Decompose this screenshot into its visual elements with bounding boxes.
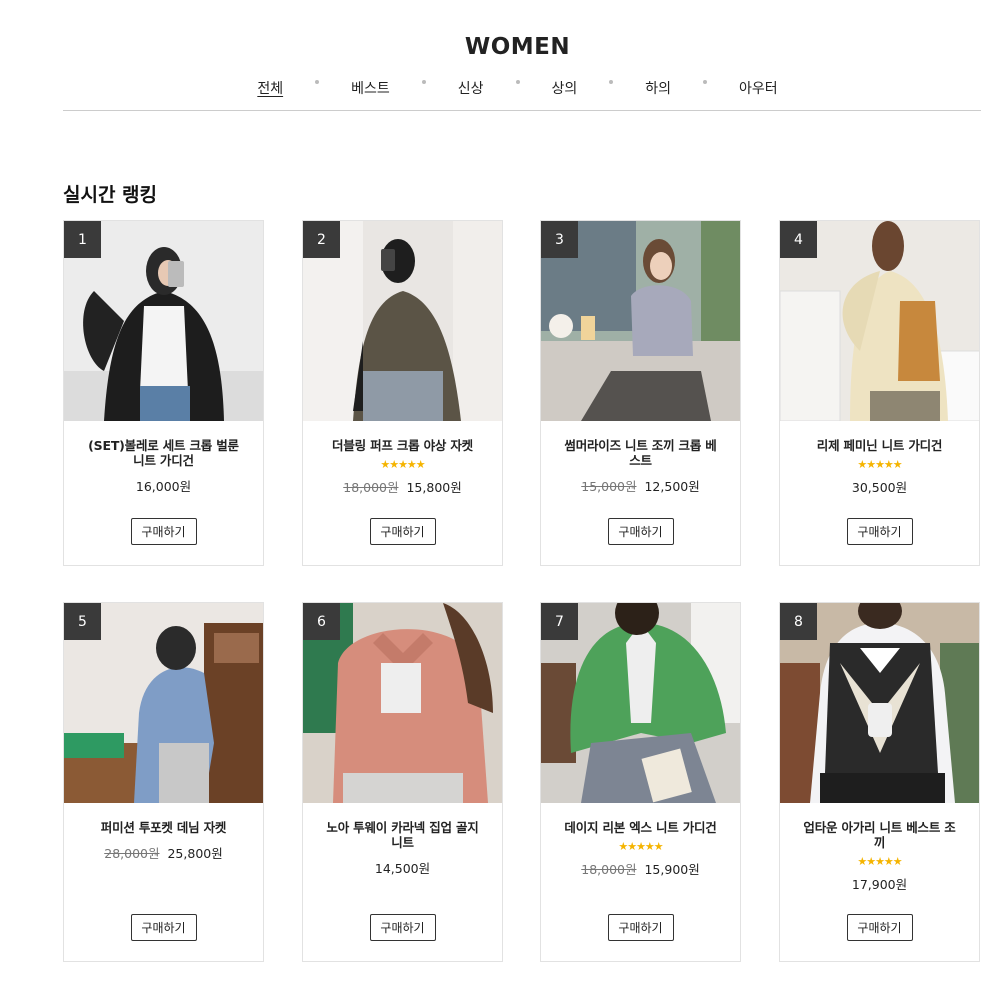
product-card[interactable]: 5 퍼미션 투포켓 데님 자켓 28,000원 25,800원 구매하기 [63, 602, 264, 962]
category-best[interactable]: 베스트 [349, 78, 392, 98]
product-image[interactable]: 7 [541, 603, 740, 803]
rating-stars: ★★★★★ [380, 458, 425, 471]
product-price: 14,500원 [303, 858, 502, 877]
product-image[interactable]: 4 [780, 221, 979, 421]
product-card[interactable]: 4 리제 페미닌 니트 가디건 ★★★★★ 30,500원 구매하기 [779, 220, 980, 566]
product-image[interactable]: 8 [780, 603, 979, 803]
product-price: 18,000원 15,900원 [541, 859, 740, 878]
buy-button[interactable]: 구매하기 [607, 518, 674, 545]
sale-price: 15,900원 [644, 862, 700, 877]
rank-badge: 5 [64, 603, 101, 640]
product-price: 16,000원 [64, 476, 263, 495]
nav-separator [515, 80, 520, 84]
category-nav: 전체 베스트 신상 상의 하의 아우터 [0, 78, 1003, 98]
rank-badge: 2 [303, 221, 340, 258]
rating-stars: ★★★★★ [857, 855, 902, 868]
rank-badge: 4 [780, 221, 817, 258]
product-card[interactable]: 3 썸머라이즈 니트 조끼 크롭 베스트 15,000원 12,500원 구매하… [540, 220, 741, 566]
sale-price: 16,000원 [135, 479, 192, 494]
product-image[interactable]: 1 [64, 221, 263, 421]
sale-price: 14,500원 [374, 861, 431, 876]
nav-separator [703, 80, 708, 84]
product-name[interactable]: 퍼미션 투포켓 데님 자켓 [84, 820, 243, 835]
category-all[interactable]: 전체 [255, 78, 285, 98]
nav-separator [421, 80, 426, 84]
product-image[interactable]: 2 [303, 221, 502, 421]
buy-button[interactable]: 구매하기 [846, 518, 913, 545]
product-image[interactable]: 6 [303, 603, 502, 803]
product-name[interactable]: 업타운 아가리 니트 베스트 조끼 [800, 820, 959, 850]
sale-price: 30,500원 [851, 480, 908, 495]
sale-price: 25,800원 [167, 846, 223, 861]
buy-button[interactable]: 구매하기 [607, 914, 674, 941]
product-name[interactable]: (SET)볼레로 세트 크롭 벌룬 니트 가디건 [84, 438, 243, 468]
sale-price: 17,900원 [851, 877, 908, 892]
original-price: 28,000원 [104, 846, 160, 861]
category-new[interactable]: 신상 [456, 78, 486, 98]
rating-stars: ★★★★★ [857, 458, 902, 471]
section-title: 실시간 랭킹 [63, 184, 158, 206]
product-name[interactable]: 데이지 리본 엑스 니트 가디건 [561, 820, 720, 835]
product-name[interactable]: 노아 투웨이 카라넥 집업 골지 니트 [323, 820, 482, 850]
sale-price: 15,800원 [406, 480, 462, 495]
product-price: 17,900원 [780, 874, 979, 893]
original-price: 15,000원 [581, 479, 637, 494]
category-bottoms[interactable]: 하의 [643, 78, 673, 98]
product-name[interactable]: 썸머라이즈 니트 조끼 크롭 베스트 [561, 438, 720, 468]
nav-separator [315, 80, 320, 84]
product-name[interactable]: 더블링 퍼프 크롭 야상 자켓 [323, 438, 482, 453]
header-divider [63, 110, 981, 111]
product-card[interactable]: 8 업타운 아가리 니트 베스트 조끼 ★★★★★ 17,900원 구매하기 [779, 602, 980, 962]
product-image[interactable]: 5 [64, 603, 263, 803]
product-card[interactable]: 6 노아 투웨이 카라넥 집업 골지 니트 14,500원 구매하기 [302, 602, 503, 962]
buy-button[interactable]: 구매하기 [130, 914, 197, 941]
product-price: 15,000원 12,500원 [541, 476, 740, 495]
product-price: 18,000원 15,800원 [303, 477, 502, 496]
rating-stars: ★★★★★ [618, 840, 663, 853]
product-card[interactable]: 2 더블링 퍼프 크롭 야상 자켓 ★★★★★ 18,000원 15,800원 … [302, 220, 503, 566]
nav-separator [609, 80, 614, 84]
buy-button[interactable]: 구매하기 [369, 914, 436, 941]
rank-badge: 8 [780, 603, 817, 640]
rank-badge: 1 [64, 221, 101, 258]
buy-button[interactable]: 구매하기 [846, 914, 913, 941]
product-image[interactable]: 3 [541, 221, 740, 421]
sale-price: 12,500원 [644, 479, 700, 494]
page-title: WOMEN [464, 34, 571, 60]
original-price: 18,000원 [343, 480, 399, 495]
category-tops[interactable]: 상의 [550, 78, 580, 98]
rank-badge: 7 [541, 603, 578, 640]
buy-button[interactable]: 구매하기 [369, 518, 436, 545]
category-outer[interactable]: 아우터 [737, 78, 780, 98]
product-card[interactable]: 1 (SET)볼레로 세트 크롭 벌룬 니트 가디건 16,000원 구매하기 [63, 220, 264, 566]
original-price: 18,000원 [581, 862, 637, 877]
buy-button[interactable]: 구매하기 [130, 518, 197, 545]
product-price: 30,500원 [780, 477, 979, 496]
product-name[interactable]: 리제 페미닌 니트 가디건 [800, 438, 959, 453]
rank-badge: 6 [303, 603, 340, 640]
product-price: 28,000원 25,800원 [64, 843, 263, 862]
rank-badge: 3 [541, 221, 578, 258]
product-card[interactable]: 7 데이지 리본 엑스 니트 가디건 ★★★★★ 18,000원 15,900원… [540, 602, 741, 962]
